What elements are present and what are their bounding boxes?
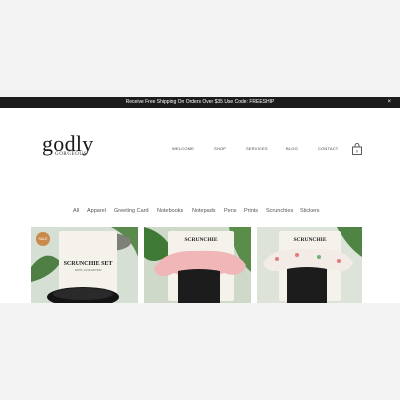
filter-pens[interactable]: Pens: [224, 207, 237, 215]
nav-item-contact[interactable]: CONTACT: [318, 146, 338, 152]
filter-stickers[interactable]: Stickers: [300, 207, 320, 215]
product-card[interactable]: SCRUNCHIE SET SATIN | LUXE EDITION SALE: [31, 227, 138, 303]
cart-count: 0: [356, 150, 358, 154]
sale-badge: SALE: [36, 232, 50, 246]
cart-button[interactable]: 0: [352, 142, 362, 155]
filter-notepads[interactable]: Notepads: [192, 207, 216, 215]
filter-notebooks[interactable]: Notebooks: [157, 207, 183, 215]
filter-all[interactable]: All: [73, 207, 79, 215]
nav-item-blog[interactable]: BLOG: [286, 146, 298, 152]
filter-greeting-card[interactable]: Greeting Card: [114, 207, 149, 215]
filter-apparel[interactable]: Apparel: [87, 207, 106, 215]
filter-scrunchies[interactable]: Scrunchies: [266, 207, 293, 215]
close-icon[interactable]: ×: [387, 97, 391, 108]
scrunchie-image: [154, 250, 246, 303]
shopping-bag-icon: 0: [352, 143, 362, 155]
filter-prints[interactable]: Prints: [244, 207, 258, 215]
nav-item-welcome[interactable]: WELCOME: [172, 146, 194, 152]
scrunchie-image: [263, 248, 353, 303]
promo-bar: Receive Free Shipping On Orders Over $35…: [0, 97, 400, 108]
promo-text: Receive Free Shipping On Orders Over $35…: [125, 99, 275, 105]
logo-subtitle: GORGEOUS: [55, 152, 88, 157]
product-card[interactable]: SCRUNCHIE: [144, 227, 251, 303]
product-card[interactable]: SCRUNCHIE: [257, 227, 362, 303]
site-logo[interactable]: godly GORGEOUS: [42, 133, 112, 159]
nav-item-services[interactable]: SERVICES: [246, 146, 268, 152]
nav-item-shop[interactable]: SHOP: [214, 146, 226, 152]
site-page: Receive Free Shipping On Orders Over $35…: [0, 97, 400, 303]
